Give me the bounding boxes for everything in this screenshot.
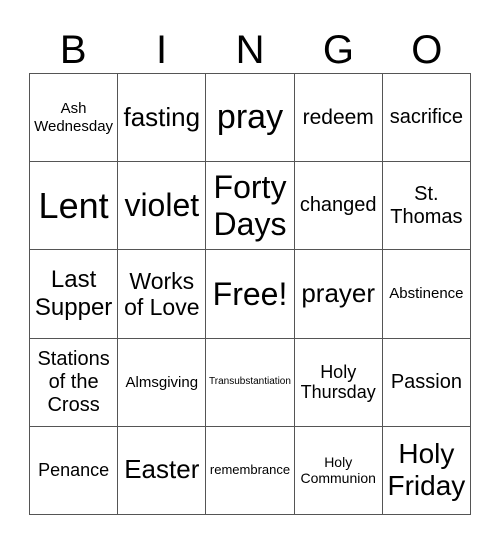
bingo-cell[interactable]: pray <box>206 74 295 163</box>
bingo-cell[interactable]: Last Supper <box>30 250 119 339</box>
header-letter-o: O <box>411 28 443 72</box>
bingo-cell[interactable]: prayer <box>294 250 383 339</box>
bingo-cell[interactable]: Works of Love <box>118 250 207 339</box>
bingo-header: B I N G O <box>29 28 471 72</box>
bingo-cell[interactable]: Lent <box>30 162 119 251</box>
bingo-cell[interactable]: Holy Communion <box>294 426 383 515</box>
bingo-cell[interactable]: St. Thomas <box>382 162 471 251</box>
bingo-cell[interactable]: Ash Wednesday <box>30 74 119 163</box>
bingo-cell[interactable]: fasting <box>118 74 207 163</box>
free-space-cell[interactable]: Free! <box>206 250 295 339</box>
bingo-cell[interactable]: Abstinence <box>382 250 471 339</box>
bingo-cell[interactable]: Forty Days <box>206 162 295 251</box>
bingo-cell[interactable]: Penance <box>30 426 119 515</box>
header-letter-g: G <box>322 28 354 72</box>
bingo-cell[interactable]: violet <box>118 162 207 251</box>
bingo-cell[interactable]: Easter <box>118 426 207 515</box>
bingo-cell[interactable]: Stations of the Cross <box>30 338 119 427</box>
bingo-grid: Ash Wednesday fasting pray redeem sacrifice L… <box>29 73 471 515</box>
bingo-cell[interactable]: Holy Thursday <box>294 338 383 427</box>
bingo-cell[interactable]: Passion <box>382 338 471 427</box>
bingo-cell[interactable]: Transubstantiation <box>206 338 295 427</box>
bingo-cell[interactable]: remembrance <box>206 426 295 515</box>
header-letter-n: N <box>235 28 265 72</box>
bingo-cell[interactable]: redeem <box>294 74 383 163</box>
header-letter-i: I <box>156 28 168 72</box>
bingo-cell[interactable]: Almsgiving <box>118 338 207 427</box>
header-letter-b: B <box>59 28 87 72</box>
bingo-cell[interactable]: sacrifice <box>382 74 471 163</box>
bingo-cell[interactable]: changed <box>294 162 383 251</box>
bingo-cell[interactable]: Holy Friday <box>382 426 471 515</box>
